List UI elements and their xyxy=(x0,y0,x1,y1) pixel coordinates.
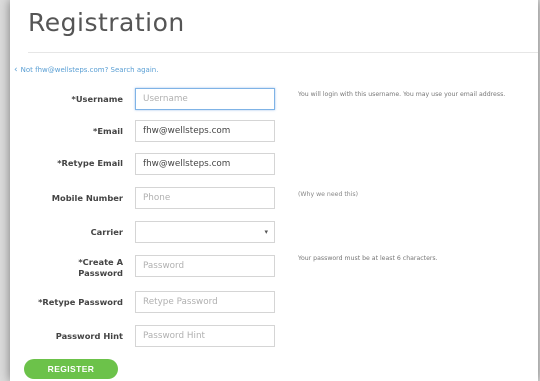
retype-password-label: *Retype Password xyxy=(38,297,123,307)
create-password-label: *Create A Password xyxy=(13,257,123,279)
title-divider xyxy=(28,52,538,53)
retype-password-input[interactable] xyxy=(135,291,275,313)
search-again-link[interactable]: ‹ Not fhw@wellsteps.com? Search again. xyxy=(14,64,159,75)
caret-down-icon: ▾ xyxy=(264,228,268,236)
create-password-label-line1: *Create A xyxy=(78,257,123,267)
phone-input[interactable] xyxy=(135,187,275,209)
carrier-label: Carrier xyxy=(90,227,123,237)
email-label: *Email xyxy=(93,126,123,136)
password-hint-text: Your password must be at least 6 charact… xyxy=(298,255,438,262)
chevron-left-icon: ‹ xyxy=(14,64,18,75)
retype-email-input[interactable] xyxy=(135,153,275,175)
password-hint-input[interactable] xyxy=(135,325,275,347)
why-we-need-this-link[interactable]: (Why we need this) xyxy=(298,191,358,198)
registration-card: Registration ‹ Not fhw@wellsteps.com? Se… xyxy=(10,0,538,381)
username-hint: You will login with this username. You m… xyxy=(298,91,506,98)
email-input[interactable] xyxy=(135,120,275,142)
username-label: *Username xyxy=(71,94,123,104)
username-input[interactable] xyxy=(135,88,275,110)
create-password-label-line2: Password xyxy=(78,268,123,278)
password-input[interactable] xyxy=(135,255,275,277)
search-again-label: Not fhw@wellsteps.com? Search again. xyxy=(20,66,159,74)
carrier-select[interactable]: ▾ xyxy=(135,221,275,243)
register-button[interactable]: REGISTER xyxy=(24,359,118,379)
page-title: Registration xyxy=(28,8,185,37)
retype-email-label: *Retype Email xyxy=(57,158,123,168)
password-hint-label: Password Hint xyxy=(55,331,123,341)
mobile-label: Mobile Number xyxy=(51,193,123,203)
